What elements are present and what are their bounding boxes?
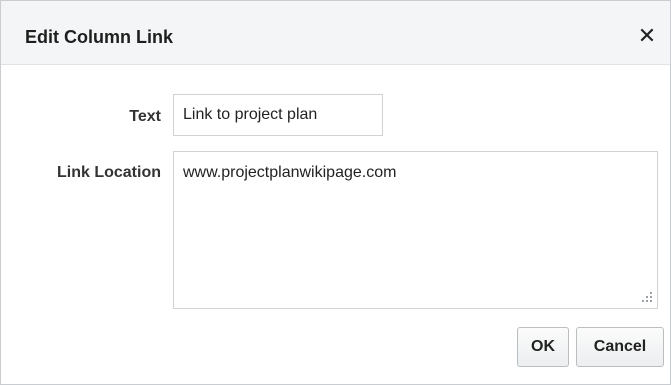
link-location-label: Link Location <box>57 164 161 181</box>
text-input[interactable] <box>173 94 383 136</box>
close-icon[interactable]: ✕ <box>634 23 660 49</box>
resize-grip-icon[interactable] <box>639 290 653 304</box>
edit-column-link-dialog: Edit Column Link ✕ Text Link Location ww… <box>0 0 671 385</box>
dialog-title: Edit Column Link <box>25 27 173 47</box>
link-location-textarea[interactable]: www.projectplanwikipage.com <box>173 151 658 309</box>
dialog-header: Edit Column Link ✕ <box>1 1 670 65</box>
text-label: Text <box>129 108 161 125</box>
cancel-button[interactable]: Cancel <box>576 327 664 367</box>
ok-button[interactable]: OK <box>517 327 569 367</box>
